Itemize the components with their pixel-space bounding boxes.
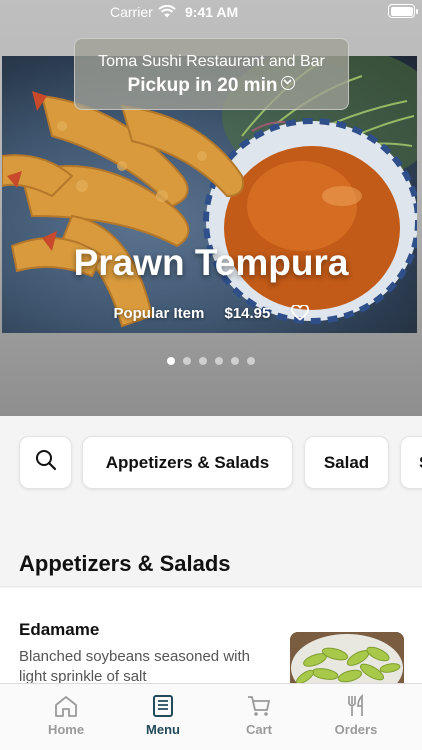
carrier-label: Carrier <box>110 4 153 20</box>
pickup-time-label: Pickup in 20 min <box>127 75 278 96</box>
category-chip[interactable]: S <box>400 436 422 489</box>
featured-price: $14.95 <box>224 305 271 322</box>
menu-item-description: Blanched soybeans seasoned with light sp… <box>19 648 250 685</box>
restaurant-name: Toma Sushi Restaurant and Bar <box>98 53 325 70</box>
tab-cart[interactable]: Cart <box>214 694 304 737</box>
tab-orders[interactable]: Orders <box>311 694 401 737</box>
category-chip[interactable]: Appetizers & Salads <box>82 436 293 489</box>
popular-badge: Popular Item <box>113 305 205 322</box>
chevron-down-icon <box>281 76 296 90</box>
featured-dish-meta: Popular Item $14.95 <box>0 304 422 325</box>
carousel-dot[interactable] <box>183 357 191 365</box>
menu-item[interactable]: Edamame Blanched soybeans seasoned with … <box>0 588 422 692</box>
search-button[interactable] <box>19 436 72 489</box>
status-time: 9:41 AM <box>185 4 239 20</box>
carousel-dot[interactable] <box>247 357 255 365</box>
fork-knife-icon <box>311 694 401 718</box>
bottom-tab-bar: Home Menu Cart Orders <box>0 683 422 750</box>
restaurant-selector[interactable]: Toma Sushi Restaurant and Bar Pickup in … <box>74 38 349 110</box>
category-filter-bar: Appetizers & Salads Salad S <box>0 416 422 510</box>
featured-dish-title: Prawn Tempura <box>73 242 349 283</box>
category-chip[interactable]: Salad <box>304 436 389 489</box>
menu-book-icon <box>118 694 208 718</box>
tab-home[interactable]: Home <box>21 694 111 737</box>
carousel-dot[interactable] <box>231 357 239 365</box>
menu-item-name: Edamame <box>19 620 100 639</box>
tab-label: Cart <box>245 722 272 737</box>
carousel-dot[interactable] <box>199 357 207 365</box>
heart-icon[interactable] <box>290 304 309 325</box>
menu-section-header: Appetizers & Salads <box>0 510 422 587</box>
tab-label: Orders <box>334 722 378 737</box>
carousel-page-indicator[interactable] <box>0 352 422 370</box>
home-icon <box>21 694 111 718</box>
status-bar: Carrier 9:41 AM <box>0 0 422 24</box>
tab-menu[interactable]: Menu <box>118 694 208 737</box>
pickup-time-row[interactable]: Pickup in 20 min <box>75 75 348 97</box>
featured-hero[interactable]: Carrier 9:41 AM Toma Sushi Restaurant an… <box>0 0 422 416</box>
search-icon <box>35 449 57 476</box>
section-title: Appetizers & Salads <box>19 551 231 576</box>
tab-label: Home <box>47 722 85 737</box>
wifi-icon <box>158 4 176 21</box>
tab-label: Menu <box>146 722 180 737</box>
battery-icon <box>388 4 418 18</box>
carousel-dot[interactable] <box>215 357 223 365</box>
carousel-dot[interactable] <box>167 357 175 365</box>
cart-icon <box>214 694 304 718</box>
